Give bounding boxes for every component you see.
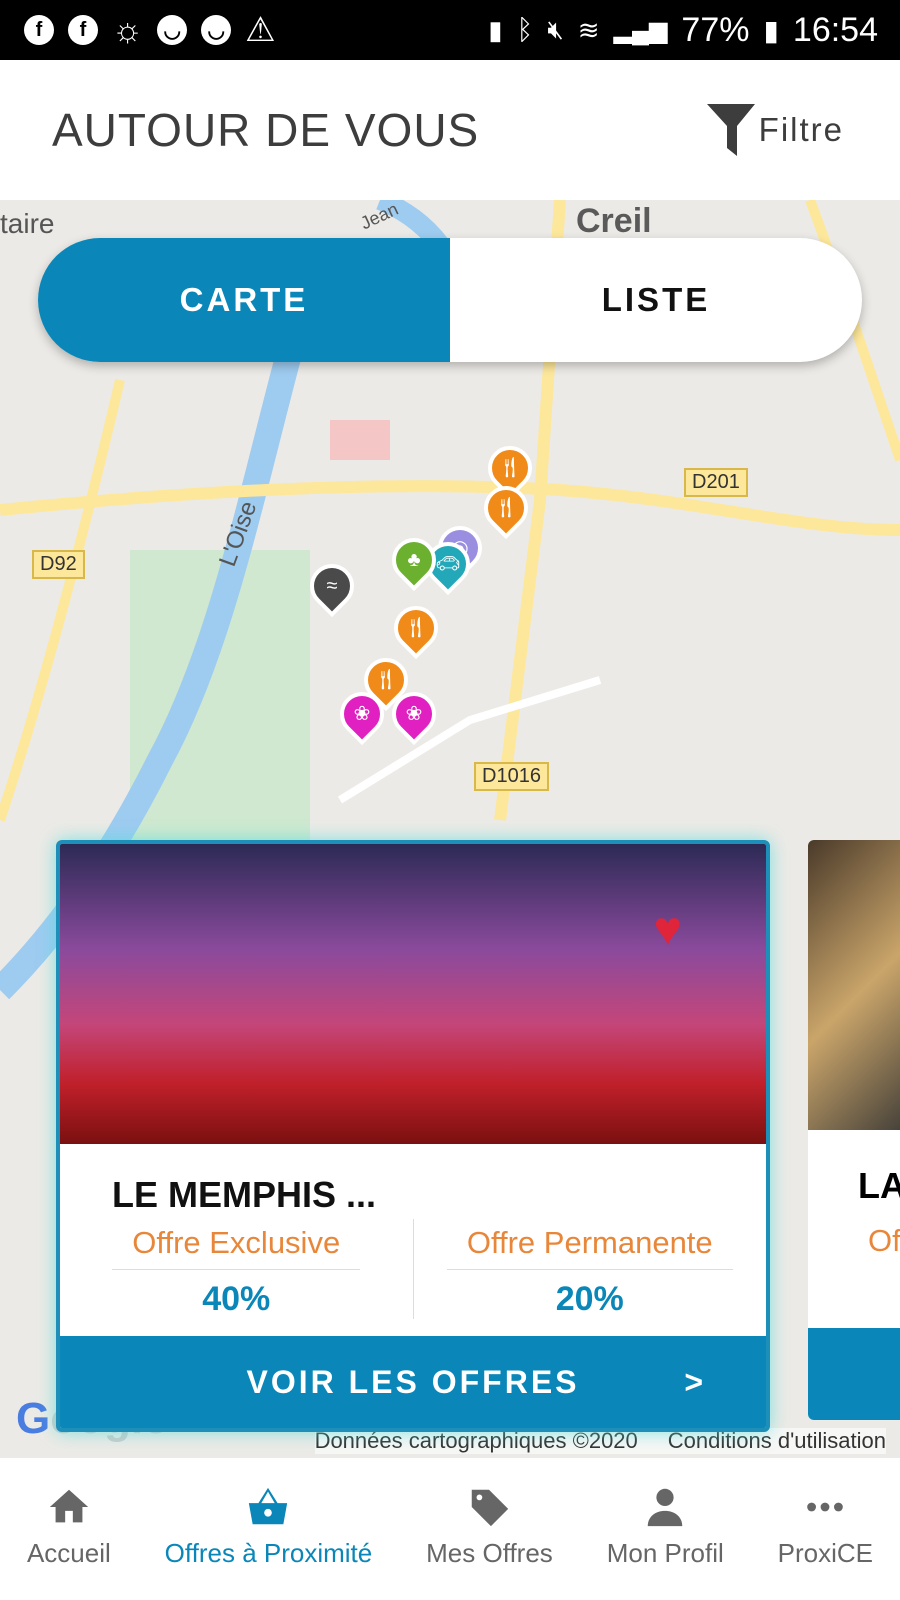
person-icon: [647, 1488, 683, 1527]
offer-label: Offre Permanente: [446, 1225, 733, 1270]
venue-title: LA: [858, 1165, 900, 1206]
nav-label: ProxiCE: [777, 1538, 873, 1568]
header: AUTOUR DE VOUS Filtre: [0, 60, 900, 200]
map-label: taire: [0, 208, 55, 239]
offer-label: Offre Exclusive: [112, 1225, 361, 1270]
app-icon: ◡: [157, 15, 188, 45]
nav-mon-profil[interactable]: Mon Profil: [607, 1484, 724, 1600]
venue-photo: [808, 840, 900, 1130]
basket-icon: [249, 1487, 288, 1525]
nav-offres-proximite[interactable]: Offres à Proximité: [164, 1484, 373, 1600]
home-icon: [49, 1489, 89, 1523]
venue-photo: ♥: [60, 844, 766, 1144]
funnel-icon: [706, 104, 755, 156]
nav-proxice[interactable]: ProxiCE: [778, 1484, 873, 1600]
see-offers-label: VOIR LES OFFRES: [246, 1363, 580, 1400]
battery-icon: ▮: [763, 14, 779, 46]
filter-button[interactable]: Filtre: [706, 104, 844, 156]
mute-icon: 🔇︎: [547, 14, 564, 44]
view-toggle: CARTE LISTE: [38, 238, 862, 362]
offer-card[interactable]: ♥ LE MEMPHIS ... Offre Exclusive 40% Off…: [56, 840, 770, 1432]
tab-liste[interactable]: LISTE: [450, 238, 862, 362]
weather-icon: ☼: [112, 10, 144, 49]
offer-value: 40%: [202, 1280, 271, 1318]
chevron-right-icon: >: [684, 1363, 706, 1400]
nav-mes-offres[interactable]: Mes Offres: [426, 1484, 553, 1600]
facebook-icon: f: [24, 15, 54, 45]
offer-card-next[interactable]: LA Of: [808, 840, 900, 1420]
filter-label: Filtre: [758, 111, 844, 148]
road-label: D201: [684, 468, 748, 497]
map[interactable]: taire Jean Creil L'Oise D201 D92 D1016 🍴…: [0, 200, 900, 1458]
warning-icon: ⚠: [245, 11, 276, 49]
map-label-city: Creil: [576, 202, 652, 240]
app-icon: ◡: [201, 15, 232, 45]
tag-icon: [472, 1489, 509, 1527]
venue-title: LE MEMPHIS ...: [112, 1174, 377, 1215]
see-offers-button[interactable]: VOIR LES OFFRES >: [60, 1336, 766, 1428]
offers: Offre Exclusive 40% Offre Permanente 20%: [60, 1219, 766, 1319]
nav-label: Mes Offres: [426, 1538, 553, 1568]
battery-percent: 77%: [681, 10, 750, 49]
offer-value: 20%: [555, 1280, 624, 1318]
battery-saver-icon: ▮: [488, 14, 503, 45]
tab-carte[interactable]: CARTE: [38, 238, 450, 362]
see-offers-button[interactable]: [808, 1328, 900, 1420]
signal-icon: ▂▄▆: [613, 16, 668, 44]
bluetooth-icon: ᛒ: [516, 14, 534, 45]
road-label: D92: [32, 550, 85, 579]
offer-permanent: Offre Permanente 20%: [412, 1219, 767, 1319]
nav-label: Accueil: [26, 1538, 111, 1568]
page-title: AUTOUR DE VOUS: [52, 104, 480, 156]
nav-label: Offres à Proximité: [164, 1538, 373, 1568]
offer-exclusive: Offre Exclusive 40%: [60, 1219, 413, 1319]
heart-icon[interactable]: ♥: [654, 902, 683, 957]
road-label: D1016: [474, 762, 549, 791]
clock: 16:54: [792, 10, 878, 49]
facebook-icon: f: [68, 15, 98, 45]
offer-label: Of: [868, 1223, 900, 1258]
nav-accueil[interactable]: Accueil: [27, 1484, 111, 1600]
status-bar: f f ☼ ◡ ◡ ⚠ ▮ ᛒ 🔇︎ ≋ ▂▄▆ 77% ▮ 16:54: [0, 0, 900, 60]
more-icon: [807, 1502, 844, 1512]
wifi-icon: ≋: [577, 14, 600, 45]
bottom-nav: Accueil Offres à Proximité Mes Offres Mo…: [0, 1458, 900, 1600]
nav-label: Mon Profil: [606, 1538, 724, 1568]
